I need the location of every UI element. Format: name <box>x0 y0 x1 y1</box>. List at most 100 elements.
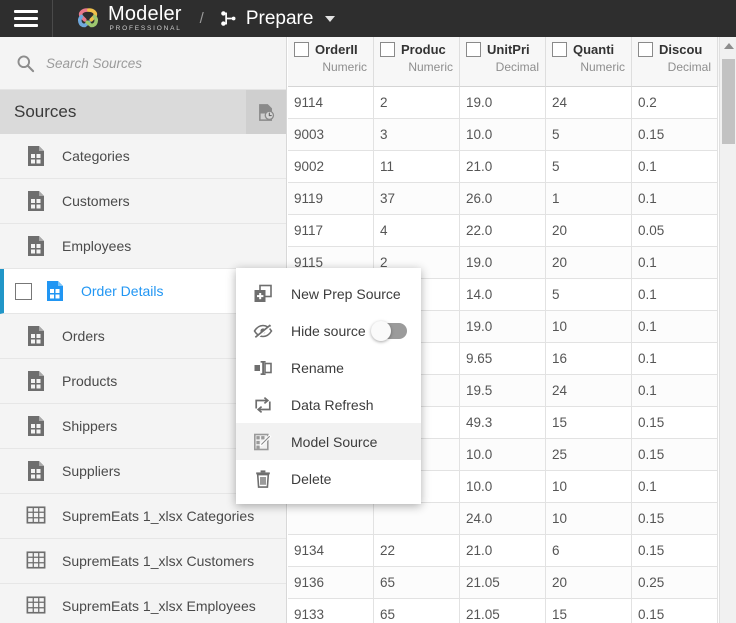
table-cell: 49.3 <box>460 407 546 439</box>
database-source-icon <box>26 325 46 347</box>
sidebar-item-label: Suppliers <box>62 463 120 479</box>
sources-header: Sources <box>0 90 286 134</box>
table-cell: 21.0 <box>460 151 546 183</box>
table-cell: 0.1 <box>632 343 718 375</box>
table-cell: 24.0 <box>460 503 546 535</box>
app-window: Modeler PROFESSIONAL / Prepare <box>0 0 736 623</box>
grid-column-header[interactable]: Discou Decimal <box>632 37 718 87</box>
refresh-history-button[interactable] <box>246 90 286 134</box>
search-bar[interactable] <box>0 37 286 90</box>
table-cell: 21.05 <box>460 567 546 599</box>
table-cell: 1 <box>546 183 632 215</box>
brand-logo[interactable]: Modeler PROFESSIONAL <box>75 4 182 33</box>
column-checkbox[interactable] <box>466 42 481 57</box>
table-cell: 65 <box>374 599 460 623</box>
table-cell: 0.15 <box>632 503 718 535</box>
column-type: Numeric <box>552 60 631 74</box>
sidebar-item-customers[interactable]: Customers <box>0 179 286 224</box>
menu-item-delete[interactable]: Delete <box>236 460 421 497</box>
database-source-icon <box>26 370 46 392</box>
database-source-icon <box>26 415 46 437</box>
table-row[interactable]: 9117422.0200.05 <box>288 215 736 247</box>
grid-column-header[interactable]: ProducNumeric <box>374 37 460 87</box>
table-row[interactable]: 91336521.05150.15 <box>288 599 736 623</box>
table-cell: 0.15 <box>632 439 718 471</box>
spreadsheet-icon <box>26 595 46 615</box>
table-cell: 19.0 <box>460 87 546 119</box>
sidebar-item-label: Shippers <box>62 418 117 434</box>
table-cell: 37 <box>374 183 460 215</box>
table-cell: 9134 <box>288 535 374 567</box>
menu-item-model-source[interactable]: Model Source <box>236 423 421 460</box>
table-row[interactable]: 9114219.0240.2 <box>288 87 736 119</box>
database-source-icon <box>26 415 46 437</box>
search-input[interactable] <box>46 56 246 71</box>
table-cell: 0.1 <box>632 247 718 279</box>
table-row[interactable]: 91193726.010.1 <box>288 183 736 215</box>
table-cell: 19.5 <box>460 375 546 407</box>
sidebar-item-categories[interactable]: Categories <box>0 134 286 179</box>
table-cell: 22 <box>374 535 460 567</box>
sidebar-item-supremeats-1-xlsx-employees[interactable]: SupremEats 1_xlsx Employees <box>0 584 286 623</box>
top-bar: Modeler PROFESSIONAL / Prepare <box>0 0 736 37</box>
source-checkbox[interactable] <box>15 283 32 300</box>
sidebar-item-label: Order Details <box>81 283 163 299</box>
table-cell: 9133 <box>288 599 374 623</box>
table-row[interactable]: 91342221.060.15 <box>288 535 736 567</box>
table-cell: 20 <box>546 567 632 599</box>
grid-column-header[interactable]: UnitPriDecimal <box>460 37 546 87</box>
brand-subtitle: PROFESSIONAL <box>108 26 182 33</box>
table-cell: 15 <box>546 599 632 623</box>
grid-column-header[interactable]: Quanti Numeric <box>546 37 632 87</box>
data-refresh-icon <box>253 395 273 415</box>
database-source-icon <box>45 280 65 302</box>
grid-column-header[interactable]: OrderIINumeric <box>288 37 374 87</box>
column-name: UnitPri <box>487 42 530 57</box>
eye-off-icon <box>253 321 273 341</box>
table-cell: 6 <box>546 535 632 567</box>
refresh-history-icon <box>257 103 276 122</box>
column-checkbox[interactable] <box>380 42 395 57</box>
column-type: Decimal <box>638 60 717 74</box>
table-cell: 0.15 <box>632 535 718 567</box>
table-row[interactable]: 91366521.05200.25 <box>288 567 736 599</box>
menu-item-hide-source[interactable]: Hide source <box>236 312 421 349</box>
table-cell: 0.05 <box>632 215 718 247</box>
sidebar-item-label: Categories <box>62 148 130 164</box>
table-cell: 21.0 <box>460 535 546 567</box>
table-cell: 5 <box>546 119 632 151</box>
rename-icon <box>253 358 273 378</box>
menu-item-label: Hide source <box>291 323 366 339</box>
column-name: Quanti <box>573 42 614 57</box>
table-cell: 5 <box>546 279 632 311</box>
column-checkbox[interactable] <box>552 42 567 57</box>
table-cell: 10 <box>546 311 632 343</box>
table-row[interactable]: 9003310.050.15 <box>288 119 736 151</box>
hamburger-icon[interactable] <box>0 0 52 37</box>
hide-source-toggle[interactable] <box>373 323 407 339</box>
table-cell: 10.0 <box>460 439 546 471</box>
vertical-scrollbar[interactable] <box>719 37 736 623</box>
menu-item-data-refresh[interactable]: Data Refresh <box>236 386 421 423</box>
table-row[interactable]: 90021121.050.1 <box>288 151 736 183</box>
menu-item-label: Rename <box>291 360 344 376</box>
sidebar-item-employees[interactable]: Employees <box>0 224 286 269</box>
table-cell: 24 <box>546 87 632 119</box>
column-type: Numeric <box>380 60 459 74</box>
column-checkbox[interactable] <box>294 42 309 57</box>
modeler-knot-icon <box>75 6 101 32</box>
table-cell: 9117 <box>288 215 374 247</box>
section-prepare-button[interactable]: Prepare <box>220 8 314 30</box>
spreadsheet-icon <box>26 595 46 617</box>
table-cell: 19.0 <box>460 311 546 343</box>
chevron-down-icon[interactable] <box>325 16 335 22</box>
table-row[interactable]: 24.0100.15 <box>288 503 736 535</box>
menu-item-new-prep-source[interactable]: New Prep Source <box>236 275 421 312</box>
column-name: Discou <box>659 42 702 57</box>
column-checkbox[interactable] <box>638 42 653 57</box>
menu-item-rename[interactable]: Rename <box>236 349 421 386</box>
search-icon <box>16 54 35 73</box>
sidebar-item-supremeats-1-xlsx-customers[interactable]: SupremEats 1_xlsx Customers <box>0 539 286 584</box>
scrollbar-thumb[interactable] <box>722 59 735 144</box>
scroll-up-arrow-icon[interactable] <box>720 37 736 54</box>
